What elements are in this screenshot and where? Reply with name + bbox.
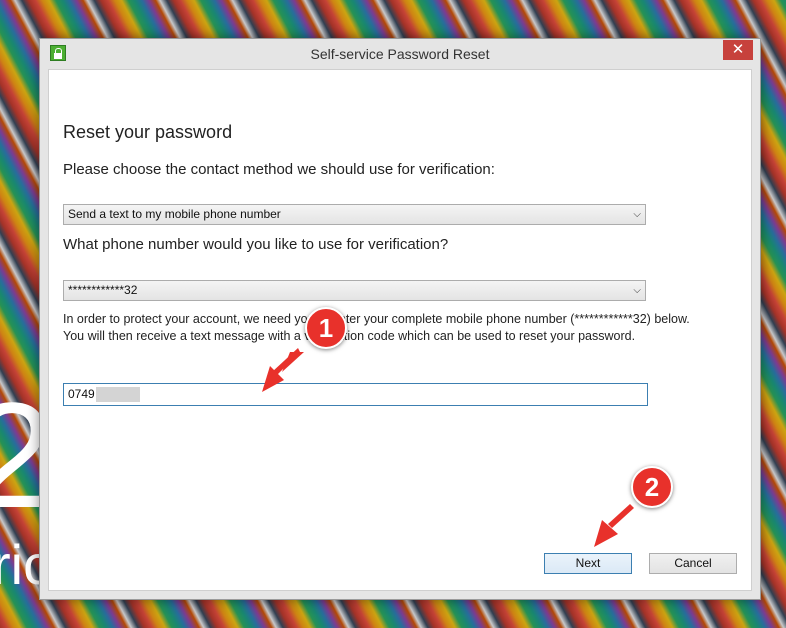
contact-method-value: Send a text to my mobile phone number	[68, 207, 281, 221]
window-title: Self-service Password Reset	[310, 46, 490, 62]
chevron-down-icon: ⌵	[633, 285, 641, 296]
phone-number-label: What phone number would you like to use …	[63, 236, 449, 253]
phone-number-value: ************32	[68, 283, 138, 297]
password-reset-window: Self-service Password Reset ✕ Reset your…	[39, 38, 761, 600]
cancel-button[interactable]: Cancel	[649, 553, 737, 574]
content-panel: Reset your password Please choose the co…	[48, 69, 752, 591]
contact-method-select[interactable]: Send a text to my mobile phone number ⌵	[63, 204, 646, 225]
next-button[interactable]: Next	[544, 553, 632, 574]
phone-input-value: 0749	[68, 387, 95, 401]
lock-icon	[50, 45, 66, 61]
page-title: Reset your password	[63, 122, 233, 142]
close-button[interactable]: ✕	[723, 40, 753, 60]
phone-number-input[interactable]: 0749	[63, 383, 648, 406]
desktop-dash	[0, 500, 28, 503]
step-badge-1: 1	[305, 307, 347, 349]
phone-number-select[interactable]: ************32 ⌵	[63, 280, 646, 301]
redaction-block	[95, 387, 140, 403]
titlebar: Self-service Password Reset ✕	[40, 39, 760, 69]
step-badge-2: 2	[631, 466, 673, 508]
chevron-down-icon: ⌵	[633, 209, 641, 220]
verification-info-text: In order to protect your account, we nee…	[63, 312, 690, 343]
contact-method-label: Please choose the contact method we shou…	[63, 161, 495, 178]
